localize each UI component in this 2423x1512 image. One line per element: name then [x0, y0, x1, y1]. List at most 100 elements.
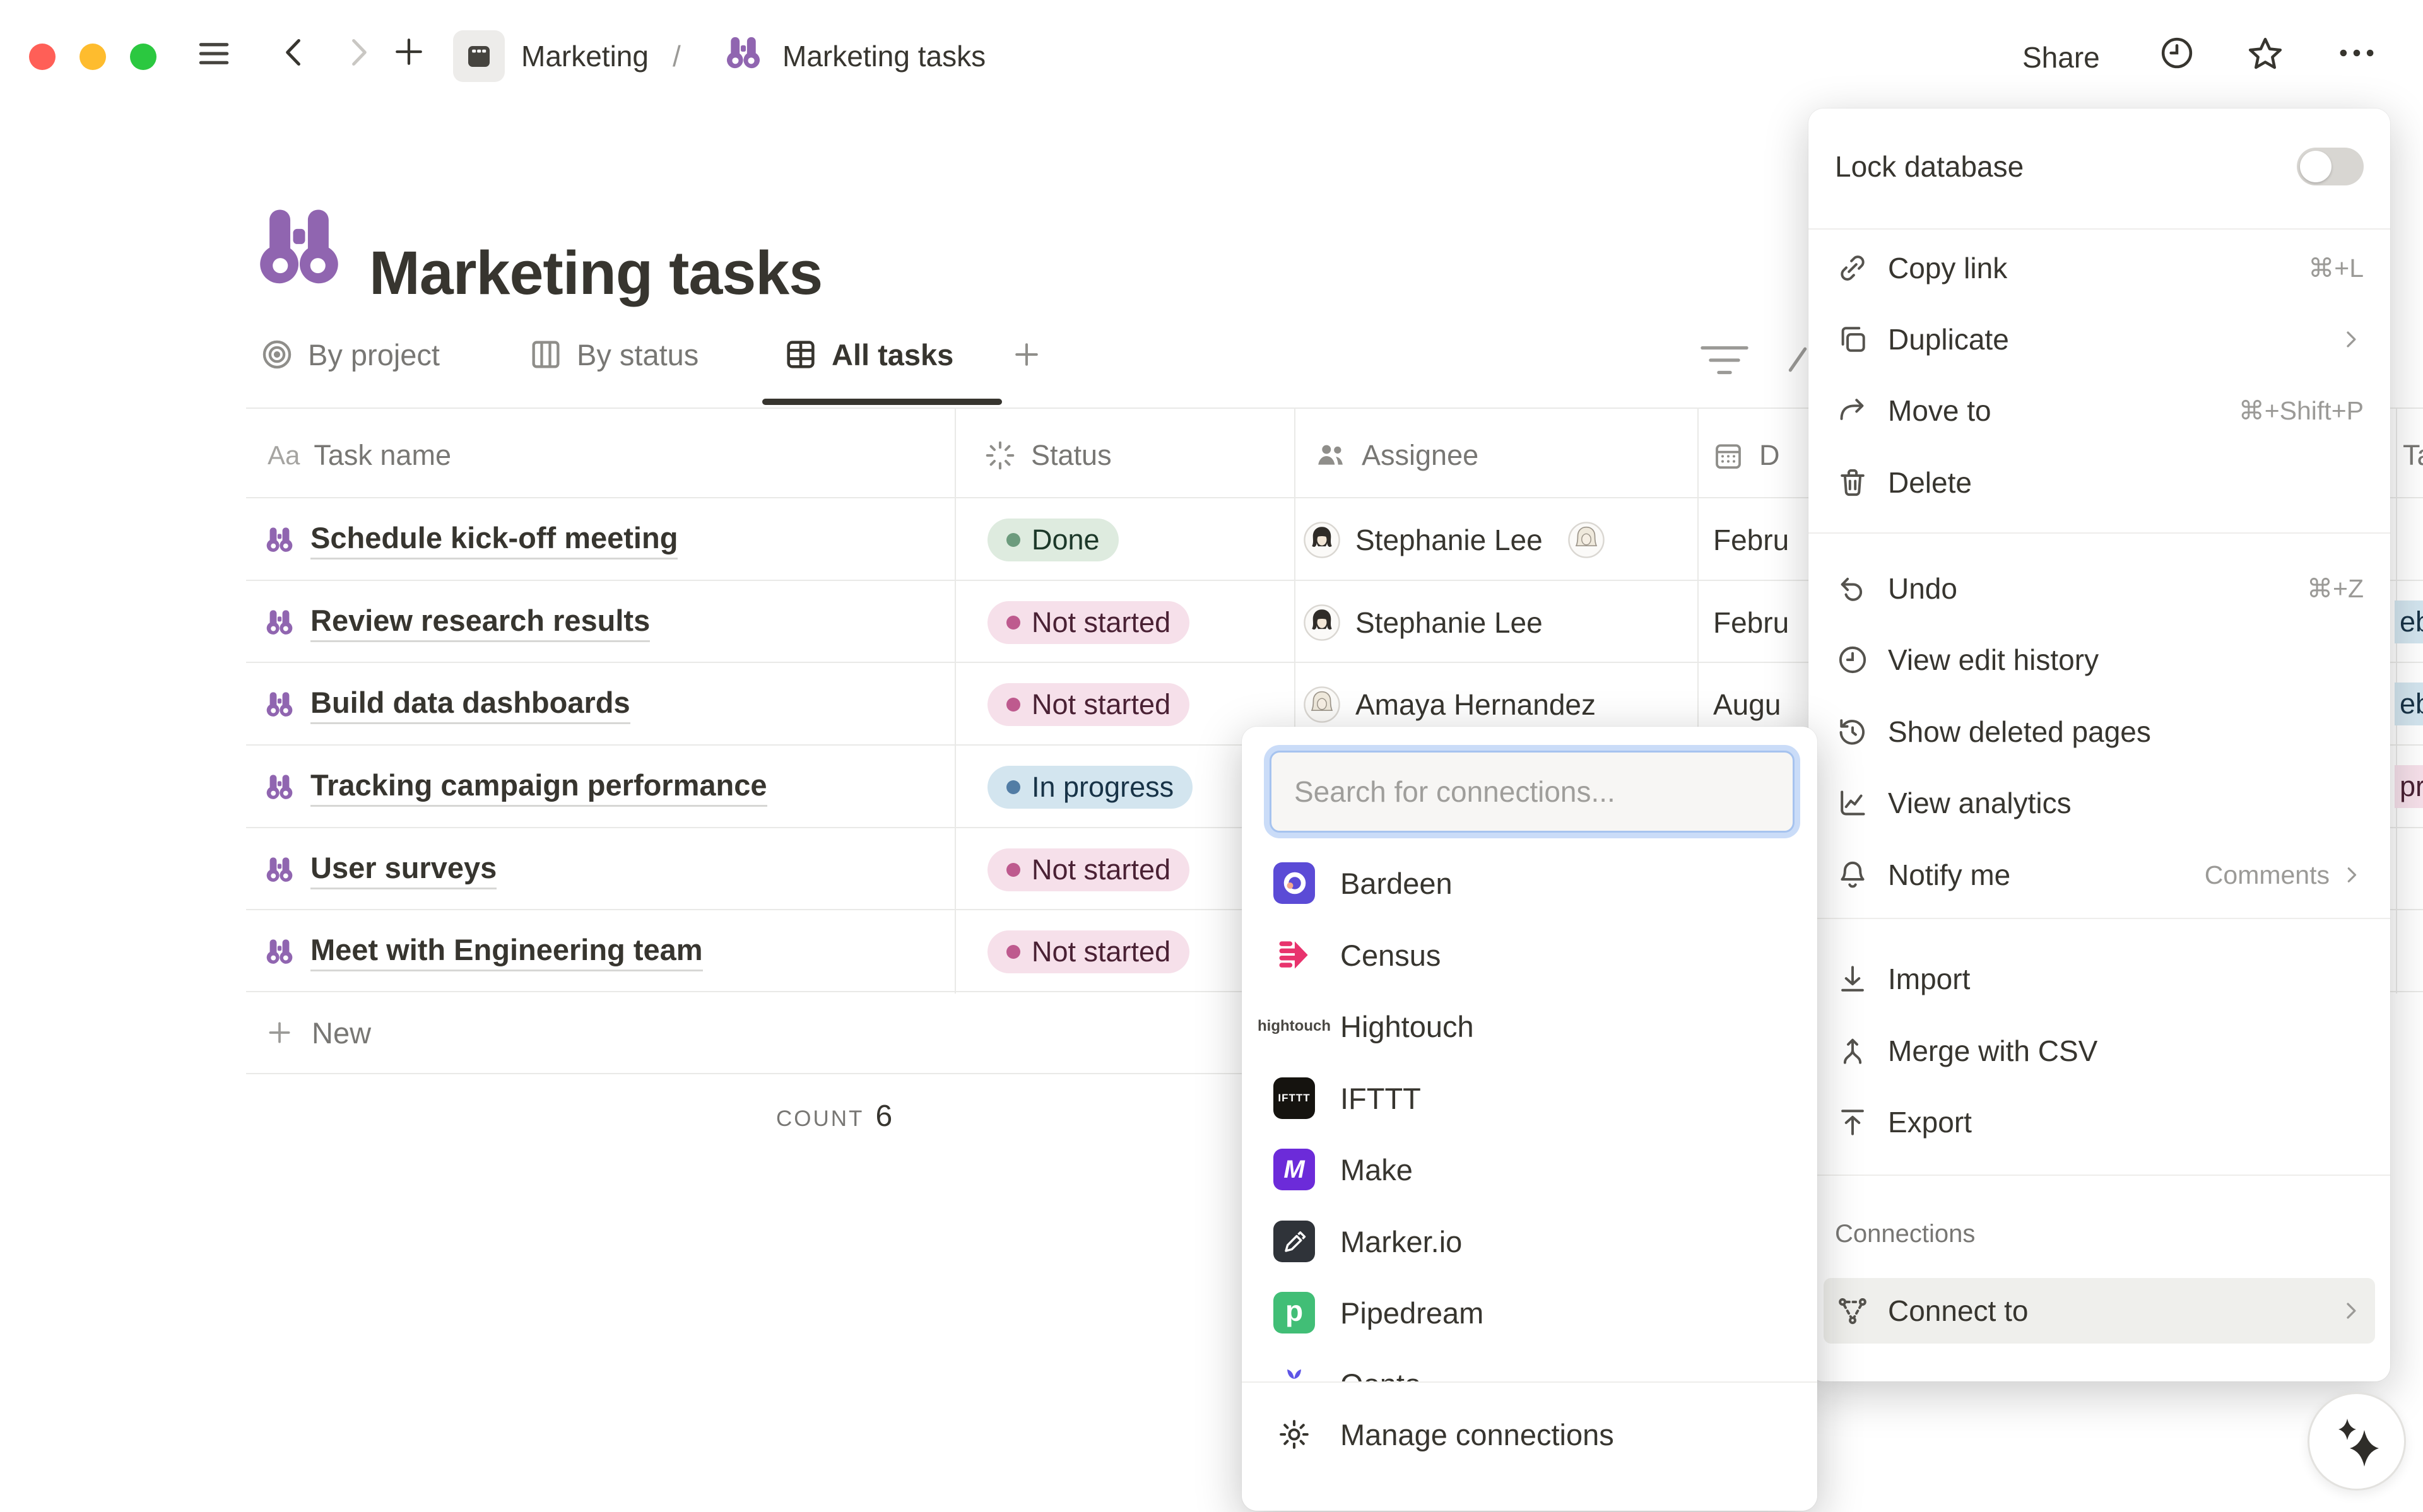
sidebar-menu-button[interactable] — [193, 33, 235, 74]
table-row-task-cell[interactable]: Meet with Engineering team — [264, 910, 703, 993]
menu-item-export[interactable]: Export — [1824, 1089, 2375, 1155]
table-row-status-cell[interactable]: Not started — [987, 663, 1189, 746]
table-row-status-cell[interactable]: Not started — [987, 581, 1189, 664]
column-label: Assignee — [1362, 439, 1478, 472]
more-options-button[interactable] — [2333, 33, 2380, 73]
table-row-task-cell[interactable]: User surveys — [264, 828, 497, 911]
shortcut: ⌘+Z — [2307, 573, 2364, 604]
breadcrumb-parent-page-icon[interactable] — [453, 30, 505, 82]
connection-item-make[interactable]: M Make — [1259, 1134, 1800, 1205]
tab-by-status[interactable]: By status — [528, 331, 699, 378]
table-row-date-cell[interactable]: Febru — [1713, 498, 1789, 581]
connection-item-qonto-partial[interactable]: Qonto — [1259, 1349, 1800, 1381]
nav-forward-button[interactable] — [338, 33, 377, 72]
new-row-button[interactable]: New — [264, 992, 371, 1073]
filter-button[interactable] — [1700, 344, 1749, 376]
notion-ai-button[interactable] — [2308, 1392, 2406, 1491]
link-icon — [1835, 250, 1870, 286]
text-type-icon: Aa — [268, 440, 300, 471]
menu-item-import[interactable]: Import — [1824, 946, 2375, 1012]
binoculars-icon — [264, 607, 295, 638]
task-name-link[interactable]: Build data dashboards — [310, 685, 630, 724]
tab-by-project[interactable]: By project — [259, 331, 440, 378]
task-name-link[interactable]: Review research results — [310, 603, 650, 642]
table-row-status-cell[interactable]: Not started — [987, 910, 1189, 993]
table-row-assignee-cell[interactable]: Stephanie Lee — [1304, 498, 1605, 581]
hamburger-icon — [193, 33, 235, 74]
tag-pill-fragment: pr — [2395, 765, 2423, 808]
traffic-light-close-button[interactable] — [29, 44, 56, 70]
column-header-task-name[interactable]: Aa Task name — [268, 413, 451, 497]
tab-label: By project — [308, 337, 440, 372]
connection-item-hightouch[interactable]: hightouch Hightouch — [1259, 991, 1800, 1062]
table-row-status-cell[interactable]: In progress — [987, 746, 1193, 828]
lock-database-toggle[interactable] — [2297, 148, 2364, 185]
people-icon — [1314, 438, 1348, 472]
chevron-left-icon — [275, 33, 314, 72]
menu-item-move-to[interactable]: Move to ⌘+Shift+P — [1824, 378, 2375, 443]
column-header-tags-fragment[interactable]: Ta — [2403, 413, 2423, 497]
gear-icon — [1273, 1414, 1315, 1455]
table-row-status-cell[interactable]: Not started — [987, 828, 1189, 911]
traffic-light-zoom-button[interactable] — [130, 44, 156, 70]
updates-button[interactable] — [2157, 33, 2197, 73]
menu-item-copy-link[interactable]: Copy link ⌘+L — [1824, 235, 2375, 301]
column-header-status[interactable]: Status — [983, 413, 1112, 497]
clock-icon — [1835, 642, 1870, 677]
connections-search-input[interactable] — [1270, 751, 1795, 833]
menu-item-lock-database[interactable]: Lock database — [1824, 134, 2375, 199]
sparkle-icon — [2326, 1411, 2387, 1472]
tab-label: By status — [577, 337, 699, 372]
menu-divider — [1808, 228, 2390, 230]
table-row-task-cell[interactable]: Schedule kick-off meeting — [264, 498, 678, 581]
task-name-link[interactable]: Schedule kick-off meeting — [310, 520, 678, 560]
traffic-light-minimize-button[interactable] — [80, 44, 106, 70]
new-page-button[interactable] — [390, 33, 428, 71]
plus-icon — [264, 1017, 295, 1048]
table-row-date-cell[interactable]: Febru — [1713, 581, 1789, 664]
binoculars-icon — [264, 854, 295, 886]
table-row-task-cell[interactable]: Build data dashboards — [264, 663, 630, 746]
menu-item-undo[interactable]: Undo ⌘+Z — [1824, 556, 2375, 621]
menu-item-notify-me[interactable]: Notify me Comments — [1824, 842, 2375, 908]
chevron-right-icon — [338, 33, 377, 72]
tag-pill-fragment: eb — [2395, 601, 2423, 643]
column-header-assignee[interactable]: Assignee — [1314, 413, 1478, 497]
favorite-button[interactable] — [2244, 33, 2287, 76]
table-row-task-cell[interactable]: Review research results — [264, 581, 650, 664]
menu-item-show-deleted-pages[interactable]: Show deleted pages — [1824, 699, 2375, 765]
menu-item-delete[interactable]: Delete — [1824, 450, 2375, 515]
calendar-icon — [1711, 438, 1745, 472]
manage-connections-button[interactable]: Manage connections — [1259, 1399, 1800, 1470]
menu-divider — [1808, 532, 2390, 534]
connection-item-bardeen[interactable]: Bardeen — [1259, 848, 1800, 918]
nav-back-button[interactable] — [275, 33, 314, 72]
table-row-status-cell[interactable]: Done — [987, 498, 1119, 581]
menu-divider — [1808, 918, 2390, 919]
breadcrumb-current[interactable]: Marketing tasks — [782, 39, 986, 73]
menu-item-duplicate[interactable]: Duplicate — [1824, 307, 2375, 372]
share-button[interactable]: Share — [2022, 40, 2100, 74]
page-icon[interactable] — [251, 199, 347, 295]
task-name-link[interactable]: Tracking campaign performance — [310, 768, 767, 807]
tab-all-tasks[interactable]: All tasks — [782, 331, 953, 378]
count-summary[interactable]: COUNT 6 — [776, 1099, 892, 1134]
table-row-assignee-cell[interactable]: Stephanie Lee — [1304, 581, 1543, 664]
task-name-link[interactable]: Meet with Engineering team — [310, 932, 703, 971]
menu-item-view-analytics[interactable]: View analytics — [1824, 770, 2375, 836]
connection-item-pipedream[interactable]: p Pipedream — [1259, 1277, 1800, 1348]
connection-item-marker-io[interactable]: Marker.io — [1259, 1206, 1800, 1277]
task-name-link[interactable]: User surveys — [310, 850, 497, 889]
binoculars-icon — [264, 689, 295, 720]
breadcrumb-parent[interactable]: Marketing — [521, 39, 649, 73]
column-header-date[interactable]: D — [1711, 413, 1780, 497]
menu-item-merge-with-csv[interactable]: Merge with CSV — [1824, 1018, 2375, 1084]
add-view-button[interactable] — [1010, 331, 1044, 378]
popup-divider — [1242, 1381, 1817, 1383]
page-title[interactable]: Marketing tasks — [369, 238, 822, 308]
connection-item-ifttt[interactable]: IFTTT IFTTT — [1259, 1063, 1800, 1134]
menu-item-view-edit-history[interactable]: View edit history — [1824, 627, 2375, 693]
table-row-task-cell[interactable]: Tracking campaign performance — [264, 746, 767, 828]
connection-item-census[interactable]: Census — [1259, 920, 1800, 990]
menu-item-connect-to[interactable]: Connect to — [1824, 1278, 2375, 1344]
